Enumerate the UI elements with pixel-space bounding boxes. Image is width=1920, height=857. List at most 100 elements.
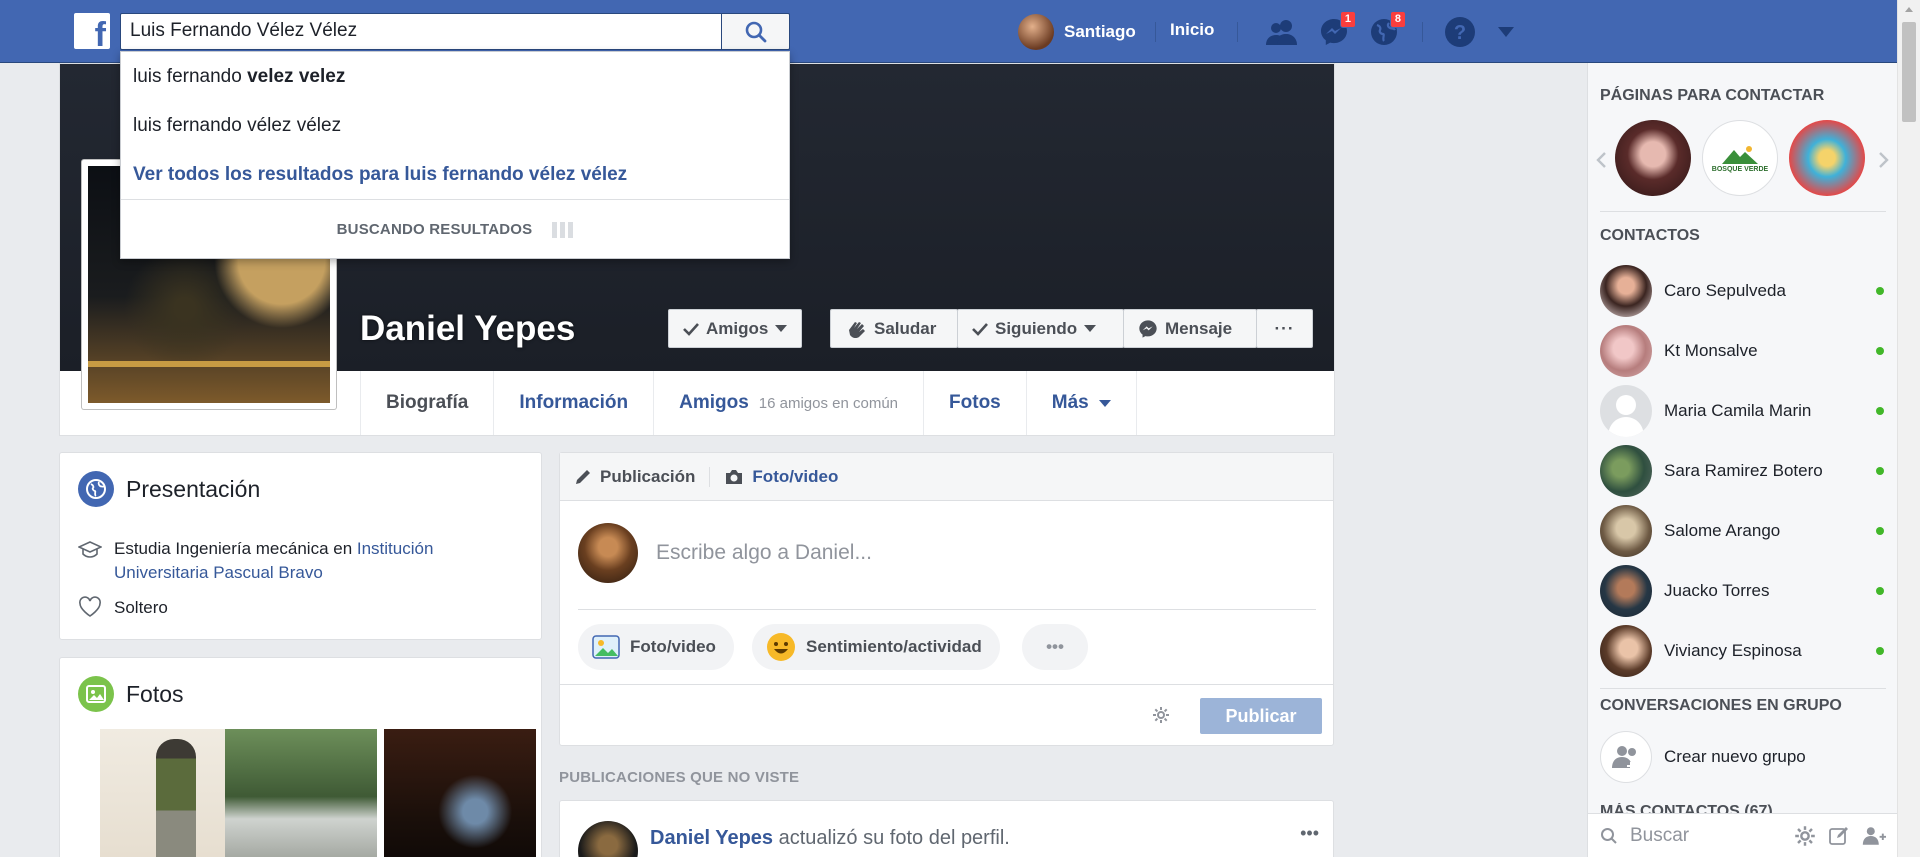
post-composer: Publicación Foto/video Escribe algo a Da… (559, 452, 1334, 746)
more-icon: ••• (1046, 637, 1064, 656)
mountain-logo-icon (1722, 145, 1758, 164)
profile-name[interactable]: Daniel Yepes (360, 309, 575, 349)
page-scrollbar[interactable] (1897, 0, 1920, 857)
contact-item[interactable]: Kt Monsalve (1600, 325, 1890, 377)
help-icon: ? (1445, 17, 1475, 47)
facebook-logo[interactable]: f (74, 13, 110, 54)
contact-name: Juacko Torres (1664, 581, 1770, 600)
new-group-icon[interactable] (1862, 825, 1886, 847)
photo-icon (78, 676, 114, 712)
page-avatar[interactable]: BOSQUE VERDE (1702, 120, 1778, 196)
avatar[interactable] (578, 821, 638, 857)
message-button[interactable]: Mensaje (1123, 309, 1257, 348)
contact-item[interactable]: Salome Arango (1600, 505, 1890, 557)
tab-more-label: Más (1051, 392, 1089, 413)
tab-friends[interactable]: Amigos 16 amigos en común (653, 371, 923, 435)
search-button[interactable] (722, 13, 790, 50)
tab-timeline-label: Biografía (386, 392, 469, 413)
suggestion-text: luis fernando (133, 65, 248, 87)
facebook-logo-letter: f (94, 16, 106, 54)
avatar (1600, 445, 1652, 497)
wave-hand-icon (849, 321, 865, 338)
contact-item[interactable]: Maria Camila Marin (1600, 385, 1890, 437)
tab-timeline[interactable]: Biografía (360, 371, 493, 435)
scrollbar-thumb[interactable] (1902, 22, 1916, 122)
publish-button[interactable]: Publicar (1200, 698, 1322, 734)
avatar (1600, 265, 1652, 317)
loading-spinner-icon (552, 221, 574, 238)
chevron-left-icon[interactable] (1595, 151, 1607, 169)
profile-link[interactable]: Santiago (1018, 14, 1136, 50)
relationship-text: Soltero (114, 598, 168, 617)
mutual-friends-count: 16 amigos en común (758, 394, 899, 412)
contact-item[interactable]: Juacko Torres (1600, 565, 1890, 617)
see-all-results-link[interactable]: Ver todos los resultados para luis ferna… (121, 150, 789, 199)
chat-search-input[interactable]: Buscar (1630, 825, 1782, 847)
post-card: Daniel Yepes actualizó su foto del perfi… (559, 800, 1334, 857)
photo-thumbnail[interactable] (225, 729, 377, 857)
following-button[interactable]: Siguiendo (957, 309, 1124, 348)
more-icon: ··· (1274, 318, 1295, 338)
online-indicator (1876, 527, 1884, 535)
compose-icon[interactable] (1828, 825, 1850, 847)
photo-thumbnail[interactable] (384, 729, 536, 857)
search-input[interactable]: Luis Fernando Vélez Vélez (120, 13, 722, 50)
feeling-activity-button[interactable]: Sentimiento/actividad (752, 624, 1000, 670)
online-indicator (1876, 467, 1884, 475)
search-loading: BUSCANDO RESULTADOS (121, 199, 789, 259)
more-options-button[interactable]: ··· (1256, 309, 1313, 348)
tab-post[interactable]: Publicación (574, 467, 695, 487)
camera-icon (726, 469, 743, 484)
wave-button[interactable]: Saludar (830, 309, 958, 348)
relationship-row: Soltero (78, 596, 168, 620)
photos-card: Fotos (59, 657, 542, 857)
tab-photo-video[interactable]: Foto/video (724, 467, 838, 487)
chevron-right-icon[interactable] (1878, 151, 1890, 169)
messages-button[interactable]: 1 (1316, 11, 1356, 50)
home-link[interactable]: Inicio (1170, 20, 1214, 40)
more-options-button[interactable]: ••• (1022, 624, 1088, 670)
divider (1600, 211, 1886, 212)
gear-icon[interactable] (1152, 706, 1170, 724)
following-button-label: Siguiendo (995, 318, 1078, 338)
gear-icon[interactable] (1794, 825, 1816, 847)
post-menu-button[interactable]: ••• (1300, 823, 1319, 844)
composer-input[interactable]: Escribe algo a Daniel... (656, 541, 872, 565)
contact-item[interactable]: Viviancy Espinosa (1600, 625, 1890, 677)
globe-icon (78, 471, 114, 507)
tab-about[interactable]: Información (493, 371, 653, 435)
page-avatar[interactable] (1789, 120, 1865, 196)
help-button[interactable]: ? (1442, 14, 1478, 50)
contact-item[interactable]: Sara Ramirez Botero (1600, 445, 1890, 497)
divider (1237, 22, 1238, 42)
tab-about-label: Información (519, 392, 629, 413)
friends-button[interactable]: Amigos (668, 309, 803, 348)
chat-sidebar: PÁGINAS PARA CONTACTAR BOSQUE VERDE CONT… (1587, 63, 1898, 857)
page-avatar[interactable] (1615, 120, 1691, 196)
friend-requests-button[interactable] (1264, 14, 1300, 50)
group-add-icon (1600, 731, 1652, 783)
suggestion-text: luis fernando vélez vélez (133, 114, 342, 136)
contact-name: Maria Camila Marin (1664, 401, 1812, 420)
search-icon (1601, 827, 1617, 844)
search-suggestion[interactable]: luis fernando velez velez (121, 52, 789, 101)
page-logo-text: BOSQUE VERDE (1711, 165, 1769, 173)
create-group-label: Crear nuevo grupo (1664, 747, 1806, 766)
contacts-heading: CONTACTOS (1600, 227, 1700, 244)
graduation-cap-icon (78, 541, 102, 558)
search-suggestion[interactable]: luis fernando vélez vélez (121, 101, 789, 150)
default-avatar-icon (1608, 395, 1644, 437)
photo-subject (156, 739, 196, 857)
scroll-up-icon[interactable] (1904, 5, 1914, 13)
account-menu-button[interactable] (1488, 14, 1524, 50)
svg-text:?: ? (1454, 22, 1466, 44)
contact-item[interactable]: Caro Sepulveda (1600, 265, 1890, 317)
notifications-button[interactable]: 8 (1366, 11, 1406, 50)
photo-video-button[interactable]: Foto/video (578, 624, 734, 670)
user-name: Santiago (1064, 22, 1136, 41)
tab-photos[interactable]: Fotos (923, 371, 1026, 435)
group-conversations-heading: CONVERSACIONES EN GRUPO (1600, 697, 1842, 714)
tab-more[interactable]: Más (1025, 371, 1137, 435)
post-author-link[interactable]: Daniel Yepes (650, 827, 773, 849)
create-group-button[interactable]: Crear nuevo grupo (1600, 731, 1890, 783)
